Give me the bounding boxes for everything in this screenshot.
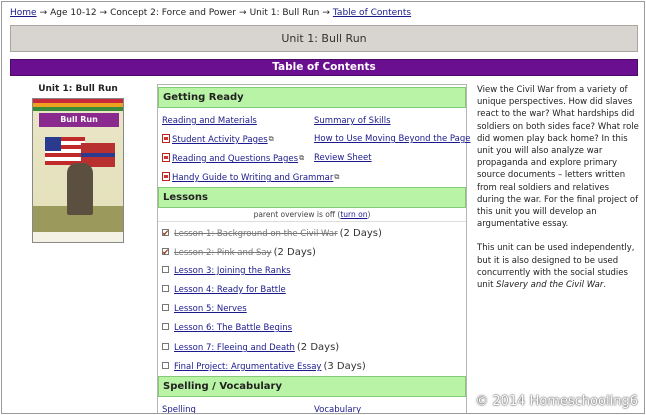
- lesson-link[interactable]: Lesson 1: Background on the Civil War: [174, 229, 338, 239]
- link-cell: Vocabulary: [314, 401, 464, 413]
- lesson-link[interactable]: Lesson 6: The Battle Begins: [174, 323, 292, 333]
- parent-overview-status: parent overview is off (turn on): [158, 208, 466, 222]
- book-cover-title: Bull Run: [39, 113, 119, 127]
- link-cell: Summary of Skills: [314, 112, 464, 130]
- section-heading-getting-ready: Getting Ready: [158, 87, 466, 108]
- unit-title-banner: Unit 1: Bull Run: [10, 25, 638, 52]
- lesson-link[interactable]: Lesson 3: Joining the Ranks: [174, 266, 291, 276]
- turn-on-overview-link[interactable]: turn on: [340, 210, 367, 219]
- copyright-watermark: © 2014 Homeschooling6: [475, 394, 638, 409]
- breadcrumb-unit: Unit 1: Bull Run: [249, 8, 320, 18]
- lesson-row: Lesson 7: Fleeing and Death (2 Days): [158, 338, 466, 357]
- breadcrumb-concept: Concept 2: Force and Power: [110, 8, 237, 18]
- lesson-row: Lesson 1: Background on the Civil War(2 …: [158, 224, 466, 244]
- lesson-link[interactable]: Lesson 7: Fleeing and Death: [174, 343, 295, 353]
- breadcrumb-current-link[interactable]: Table of Contents: [333, 8, 411, 18]
- table-of-contents-header: Table of Contents: [10, 59, 638, 76]
- link-cell: How to Use Moving Beyond the Page: [314, 130, 470, 149]
- breadcrumb-separator: →: [99, 8, 108, 18]
- soldier-illustration: [67, 163, 93, 215]
- lesson-row: Lesson 5: Nerves: [158, 300, 466, 319]
- breadcrumb-home-link[interactable]: Home: [10, 8, 37, 18]
- lesson-row: Final Project: Argumentative Essay (3 Day…: [158, 357, 466, 376]
- lesson-link[interactable]: Final Project: Argumentative Essay: [174, 362, 321, 372]
- getting-ready-link[interactable]: Review Sheet: [314, 153, 372, 163]
- breadcrumb-age: Age 10-12: [50, 8, 97, 18]
- description-paragraph: This unit can be used independently, but…: [477, 243, 635, 291]
- external-link-icon: ⧉: [299, 154, 305, 162]
- page-frame: Home → Age 10-12 → Concept 2: Force and Powe…: [1, 1, 645, 414]
- lesson-row: Lesson 6: The Battle Begins: [158, 319, 466, 338]
- description-paragraph: View the Civil War from a variety of uni…: [477, 85, 639, 230]
- lesson-checkbox[interactable]: [162, 343, 169, 350]
- lesson-link[interactable]: Lesson 4: Ready for Battle: [174, 285, 286, 295]
- book-panel: Unit 1: Bull Run Bull Run: [30, 84, 126, 243]
- pdf-icon: [162, 172, 170, 181]
- breadcrumb-separator: →: [39, 8, 48, 18]
- getting-ready-link[interactable]: How to Use Moving Beyond the Page: [314, 134, 470, 144]
- getting-ready-links: Reading and Materials Summary of Skills St…: [158, 108, 470, 187]
- lesson-checkbox[interactable]: [162, 304, 169, 311]
- breadcrumb-separator: →: [239, 8, 247, 18]
- section-heading-spelling-vocabulary: Spelling / Vocabulary: [158, 376, 466, 397]
- getting-ready-link[interactable]: Handy Guide to Writing and Grammar: [172, 173, 333, 183]
- getting-ready-link[interactable]: Student Activity Pages: [172, 135, 268, 145]
- link-cell: Handy Guide to Writing and Grammar⧉: [162, 168, 339, 187]
- book-cover-image: Bull Run: [32, 98, 124, 243]
- lesson-link[interactable]: Lesson 2: Pink and Say: [174, 248, 272, 258]
- book-title: Unit 1: Bull Run: [38, 84, 118, 94]
- getting-ready-link[interactable]: Summary of Skills: [314, 116, 391, 126]
- lesson-complete-checkbox[interactable]: [162, 225, 170, 244]
- getting-ready-link[interactable]: Reading and Materials: [162, 116, 257, 126]
- lesson-complete-checkbox[interactable]: [162, 244, 170, 263]
- lesson-checkbox[interactable]: [162, 323, 169, 330]
- link-cell: Review Sheet: [314, 149, 464, 168]
- lesson-duration: (2 Days): [296, 342, 340, 353]
- link-cell: Student Activity Pages⧉: [162, 130, 314, 149]
- lesson-row: Lesson 4: Ready for Battle: [158, 281, 466, 300]
- lesson-duration: (2 Days): [273, 247, 316, 258]
- breadcrumb-separator: →: [322, 8, 330, 18]
- spelling-link[interactable]: Spelling: [162, 405, 196, 413]
- link-cell: Reading and Questions Pages⧉: [162, 149, 314, 168]
- lesson-row: Lesson 2: Pink and Say(2 Days): [158, 243, 466, 263]
- lesson-duration: (2 Days): [339, 228, 382, 239]
- link-cell: Spelling: [162, 401, 314, 413]
- lesson-link[interactable]: Lesson 5: Nerves: [174, 304, 247, 314]
- external-link-icon: ⧉: [268, 135, 274, 143]
- overview-text: parent overview is off: [253, 210, 336, 219]
- getting-ready-link[interactable]: Reading and Questions Pages: [172, 154, 298, 164]
- unit-description: View the Civil War from a variety of uni…: [477, 84, 639, 303]
- link-cell: Reading and Materials: [162, 112, 314, 130]
- lesson-row: Lesson 3: Joining the Ranks: [158, 262, 466, 281]
- pdf-icon: [162, 153, 170, 162]
- pdf-icon: [162, 134, 170, 143]
- lesson-checkbox[interactable]: [162, 266, 169, 273]
- related-unit-title: Slavery and the Civil War: [496, 280, 604, 291]
- lesson-list: Lesson 1: Background on the Civil War(2 …: [158, 222, 466, 376]
- link-cell: [314, 168, 464, 187]
- breadcrumb: Home → Age 10-12 → Concept 2: Force and Powe…: [10, 7, 411, 19]
- union-flag-illustration: [45, 137, 85, 165]
- section-heading-lessons: Lessons: [158, 187, 466, 208]
- spelling-links: Spelling Vocabulary: [158, 397, 466, 413]
- contents-panel: Getting Ready Reading and Materials Summa…: [157, 84, 470, 413]
- vocabulary-link[interactable]: Vocabulary: [314, 405, 361, 413]
- lesson-duration: (3 Days): [323, 361, 366, 372]
- lesson-checkbox[interactable]: [162, 362, 169, 369]
- lesson-checkbox[interactable]: [162, 285, 169, 292]
